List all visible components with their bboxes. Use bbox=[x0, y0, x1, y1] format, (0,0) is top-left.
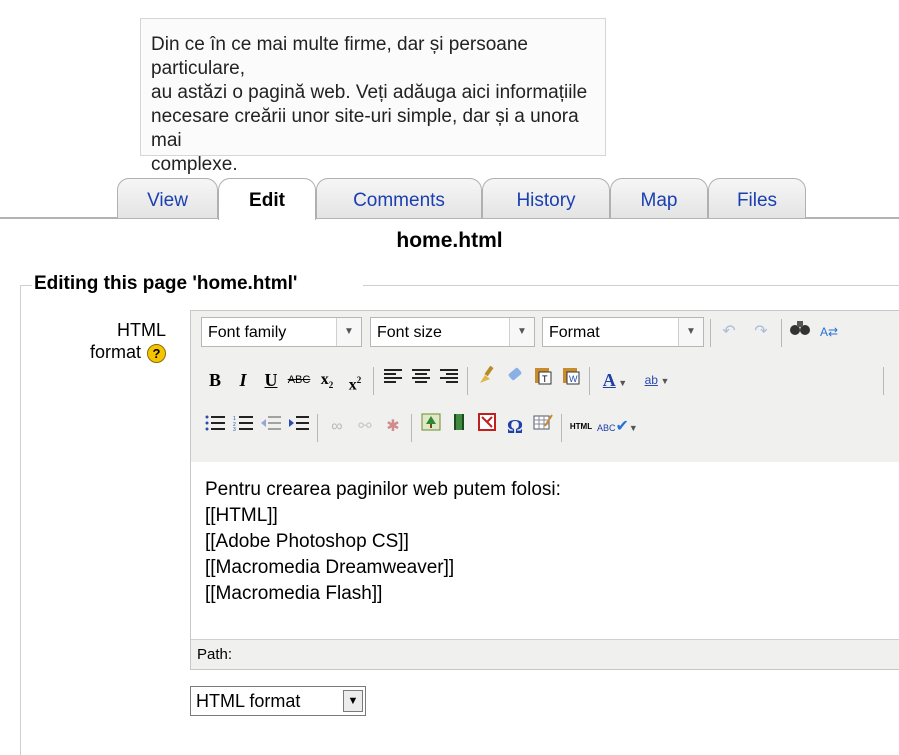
toolbar-separator bbox=[781, 319, 782, 347]
binoculars-icon[interactable] bbox=[786, 317, 814, 347]
text-format-value: HTML format bbox=[196, 691, 301, 711]
toolbar-row-3: 123 ∞ ⚯ ✱ Ω HTML ABC✔▼ bbox=[201, 412, 899, 444]
tab-comments[interactable]: Comments bbox=[316, 178, 482, 218]
font-size-select[interactable]: Font size ▼ bbox=[370, 317, 535, 347]
spellcheck-icon[interactable]: ABC✔▼ bbox=[597, 412, 638, 442]
description-line: complexe. bbox=[151, 154, 238, 175]
anchor-icon[interactable]: ✱ bbox=[379, 412, 407, 442]
font-size-select-label: Font size bbox=[377, 324, 442, 341]
path-label: Path: bbox=[197, 646, 233, 663]
field-label-line: HTML bbox=[117, 320, 166, 340]
toolbar-separator bbox=[883, 367, 884, 395]
field-label: HTML format? bbox=[30, 319, 166, 363]
link-icon[interactable]: ∞ bbox=[323, 412, 351, 442]
toolbar-separator bbox=[411, 414, 412, 442]
italic-icon[interactable]: I bbox=[229, 365, 257, 395]
editor-toolbar: Font family ▼ Font size ▼ Format ▼ ↶ ↷ A… bbox=[190, 310, 899, 462]
toolbar-separator bbox=[373, 367, 374, 395]
font-family-select[interactable]: Font family ▼ bbox=[201, 317, 362, 347]
paste-word-icon[interactable]: W bbox=[557, 365, 585, 395]
bullet-list-icon[interactable] bbox=[201, 412, 229, 442]
toolbar-row-1: Font family ▼ Font size ▼ Format ▼ ↶ ↷ A… bbox=[201, 317, 899, 349]
outdent-icon[interactable] bbox=[257, 412, 285, 442]
table-icon[interactable] bbox=[529, 412, 557, 442]
omega-icon[interactable]: Ω bbox=[501, 412, 529, 442]
fieldset-legend: Editing this page 'home.html' bbox=[32, 273, 300, 295]
svg-text:3: 3 bbox=[233, 427, 236, 431]
fieldset-border bbox=[20, 285, 21, 755]
superscript-icon[interactable]: x2 bbox=[341, 365, 369, 395]
underline-icon[interactable]: U bbox=[257, 365, 285, 395]
media-icon[interactable] bbox=[445, 412, 473, 442]
svg-text:T: T bbox=[542, 374, 548, 384]
help-icon[interactable]: ? bbox=[147, 343, 166, 363]
chevron-down-icon: ▼ bbox=[343, 690, 363, 712]
page-description: Din ce în ce mai multe firme, dar și per… bbox=[140, 18, 606, 175]
tab-files[interactable]: Files bbox=[708, 178, 806, 218]
unlink-icon[interactable]: ⚯ bbox=[351, 412, 379, 442]
highlight-color-icon[interactable]: ab ▼ bbox=[637, 365, 677, 395]
cleanup-brush-icon[interactable] bbox=[473, 365, 501, 395]
redo-icon[interactable]: ↷ bbox=[747, 317, 775, 347]
content-line: [[Macromedia Dreamweaver]] bbox=[205, 557, 455, 578]
subscript-icon[interactable]: x2 bbox=[313, 365, 341, 395]
chevron-down-icon: ▼ bbox=[678, 318, 703, 346]
field-label-line: format? bbox=[30, 341, 166, 363]
content-line: [[HTML]] bbox=[205, 505, 278, 526]
tab-edit[interactable]: Edit bbox=[218, 178, 316, 220]
toolbar-separator bbox=[589, 367, 590, 395]
image-icon[interactable] bbox=[417, 412, 445, 442]
text-format-select[interactable]: HTML format ▼ bbox=[190, 686, 366, 716]
fieldset-border bbox=[363, 285, 899, 286]
nolink-icon[interactable] bbox=[473, 412, 501, 442]
html-icon[interactable]: HTML bbox=[567, 412, 595, 442]
text-color-icon[interactable]: A ▼ bbox=[595, 365, 635, 395]
editor-content-area[interactable]: Pentru crearea paginilor web putem folos… bbox=[190, 462, 899, 639]
description-line: Din ce în ce mai multe firme, dar și per… bbox=[151, 34, 528, 79]
strikethrough-icon[interactable]: ABC bbox=[285, 365, 313, 395]
undo-icon[interactable]: ↶ bbox=[715, 317, 743, 347]
format-block-select[interactable]: Format ▼ bbox=[542, 317, 704, 347]
tab-map[interactable]: Map bbox=[610, 178, 708, 218]
toolbar-separator bbox=[317, 414, 318, 442]
align-left-icon[interactable] bbox=[379, 365, 407, 395]
svg-text:W: W bbox=[569, 374, 578, 384]
replace-icon[interactable]: A⇄ bbox=[815, 317, 843, 347]
paste-text-icon[interactable]: T bbox=[529, 365, 557, 395]
chevron-down-icon: ▼ bbox=[336, 318, 361, 346]
tab-history[interactable]: History bbox=[482, 178, 610, 218]
content-line: Pentru crearea paginilor web putem folos… bbox=[205, 479, 561, 500]
align-right-icon[interactable] bbox=[435, 365, 463, 395]
indent-icon[interactable] bbox=[285, 412, 313, 442]
eraser-icon[interactable] bbox=[501, 365, 529, 395]
content-line: [[Adobe Photoshop CS]] bbox=[205, 531, 409, 552]
bold-icon[interactable]: B bbox=[201, 365, 229, 395]
format-block-select-label: Format bbox=[549, 324, 600, 341]
toolbar-separator bbox=[467, 367, 468, 395]
chevron-down-icon: ▼ bbox=[509, 318, 534, 346]
toolbar-row-2: B I U ABC x2 x2 T W A ▼ ab ▼ bbox=[201, 365, 899, 397]
toolbar-separator bbox=[710, 319, 711, 347]
content-line: [[Macromedia Flash]] bbox=[205, 583, 383, 604]
page-title: home.html bbox=[396, 229, 503, 252]
tab-view[interactable]: View bbox=[117, 178, 218, 218]
description-line: au astăzi o pagină web. Veți adăuga aici… bbox=[151, 82, 588, 103]
rich-text-editor: Font family ▼ Font size ▼ Format ▼ ↶ ↷ A… bbox=[190, 310, 899, 710]
font-family-select-label: Font family bbox=[208, 324, 287, 341]
editor-status-bar: Path: bbox=[190, 639, 899, 670]
align-center-icon[interactable] bbox=[407, 365, 435, 395]
toolbar-separator bbox=[561, 414, 562, 442]
description-line: necesare creării unor site-uri simple, d… bbox=[151, 106, 579, 151]
numbered-list-icon[interactable]: 123 bbox=[229, 412, 257, 442]
field-label-text: format bbox=[89, 342, 141, 362]
